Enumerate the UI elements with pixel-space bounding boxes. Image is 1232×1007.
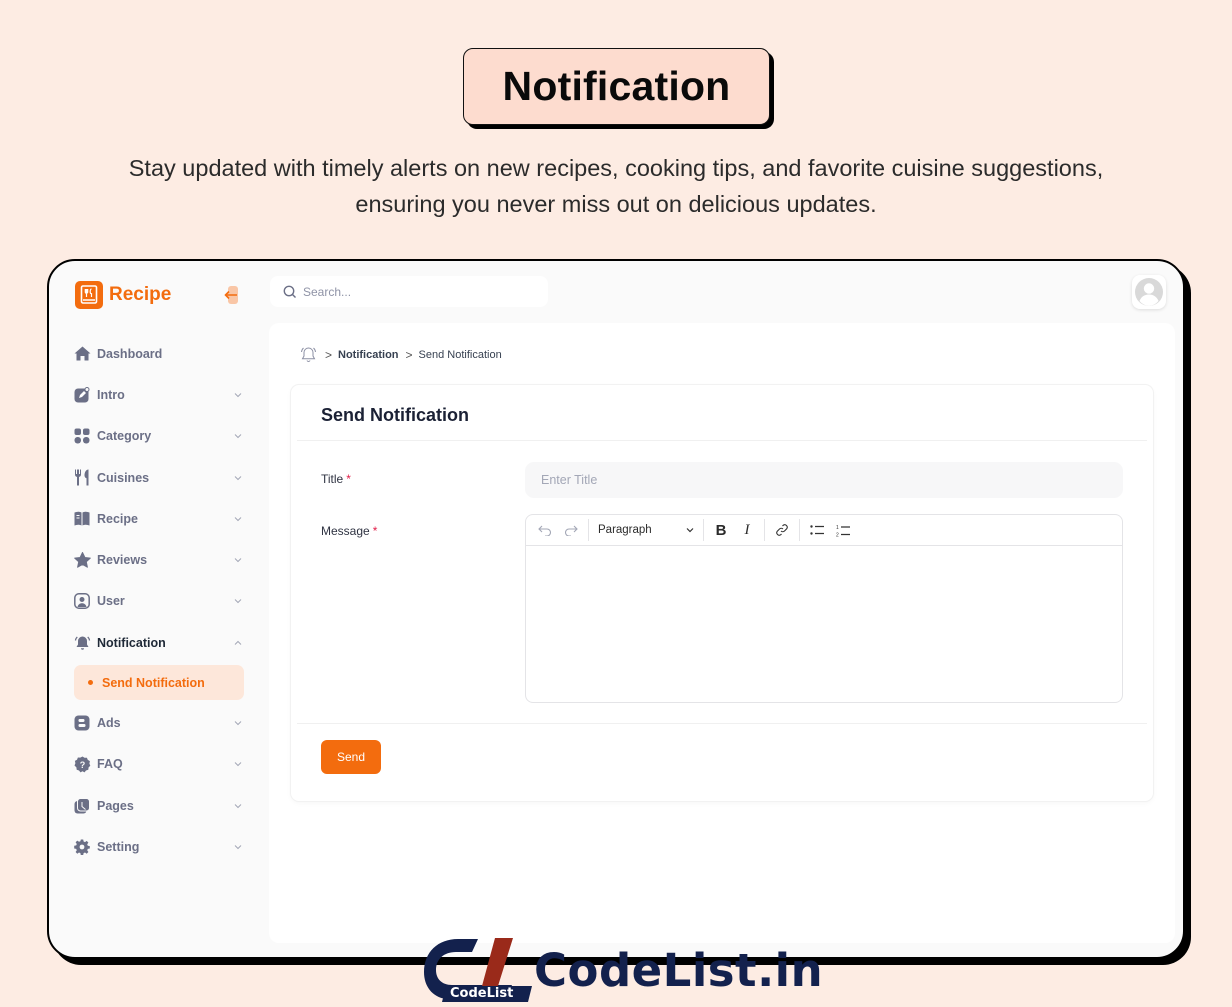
user-avatar[interactable] (1132, 275, 1166, 309)
chevron-down-icon (234, 475, 242, 480)
bold-icon: B (715, 521, 727, 539)
search-icon (283, 285, 296, 298)
title-label: Title * (321, 472, 351, 486)
sidebar: Recipe Dashboard Intro Category Cuisines… (49, 261, 267, 957)
italic-icon: I (744, 521, 750, 538)
sidebar-item-intro[interactable]: Intro (73, 374, 245, 415)
link-icon (776, 524, 788, 536)
chevron-down-icon (234, 721, 242, 726)
bell-outline-icon (301, 347, 316, 363)
chevron-down-icon (234, 803, 242, 808)
message-label: Message * (321, 524, 378, 538)
block-format-select[interactable]: Paragraph (593, 518, 699, 542)
grid-icon (73, 427, 91, 445)
search-input[interactable] (303, 284, 523, 299)
breadcrumb-separator: > (405, 347, 413, 362)
link-button[interactable] (769, 518, 795, 542)
divider (297, 440, 1147, 441)
chevron-down-icon (234, 558, 242, 563)
chevron-down-icon (234, 845, 242, 850)
sidebar-item-reviews[interactable]: Reviews (73, 539, 245, 580)
ads-icon (73, 714, 91, 732)
sidebar-item-faq[interactable]: ? FAQ (73, 744, 245, 785)
divider (297, 723, 1147, 724)
user-icon (73, 592, 91, 610)
codelist-watermark: CodeList CodeList.in (420, 934, 823, 1004)
required-mark: * (346, 472, 351, 486)
main-content: > Notification > Send Notification Send … (269, 323, 1175, 943)
home-icon (73, 345, 91, 363)
toolbar-separator (799, 519, 800, 541)
recipe-book-icon (75, 281, 103, 309)
arrow-left-icon (224, 290, 237, 300)
sidebar-item-notification[interactable]: Notification (73, 622, 245, 663)
svg-text:2: 2 (836, 532, 839, 537)
chevron-down-icon (686, 528, 694, 533)
bulleted-list-icon (809, 525, 824, 535)
required-mark: * (372, 524, 378, 538)
svg-text:?: ? (79, 760, 85, 770)
gear-icon (73, 838, 91, 856)
numbered-list-icon: 12 (836, 525, 850, 537)
undo-button[interactable] (532, 518, 558, 542)
numbered-list-button[interactable]: 12 (830, 518, 856, 542)
chevron-down-icon (234, 516, 242, 522)
chevron-down-icon (234, 393, 242, 398)
sidebar-item-category[interactable]: Category (73, 416, 245, 457)
avatar-placeholder-icon (1135, 278, 1163, 306)
watermark-badge: CodeList (450, 986, 514, 1001)
italic-button[interactable]: I (734, 518, 760, 542)
breadcrumb: > Notification > Send Notification (299, 345, 502, 364)
message-editor: Paragraph B I 1 2 (525, 514, 1123, 703)
message-textarea[interactable] (526, 546, 1122, 702)
breadcrumb-notification[interactable]: Notification (338, 349, 399, 361)
sidebar-item-user[interactable]: User (73, 581, 245, 622)
chevron-down-icon (234, 434, 242, 439)
sidebar-item-recipe[interactable]: Recipe (73, 498, 245, 539)
bell-icon (73, 634, 91, 652)
brand-name: Recipe (109, 284, 172, 305)
redo-button[interactable] (558, 518, 584, 542)
sidebar-nav: Dashboard Intro Category Cuisines Recipe (73, 333, 245, 868)
send-button[interactable]: Send (321, 740, 381, 774)
sidebar-subitem-send-notification[interactable]: Send Notification (74, 665, 244, 701)
toolbar-separator (588, 519, 589, 541)
intro-icon (73, 386, 91, 404)
chevron-down-icon (234, 599, 242, 604)
sidebar-item-pages[interactable]: Pages (73, 785, 245, 826)
active-dot (88, 680, 93, 686)
app-window: Recipe Dashboard Intro Category Cuisines… (47, 259, 1185, 959)
chevron-down-icon (234, 762, 242, 767)
bulleted-list-button[interactable] (804, 518, 830, 542)
sidebar-collapse-button[interactable] (223, 286, 243, 304)
hero-subtitle: Stay updated with timely alerts on new r… (128, 155, 1104, 217)
toolbar-separator (764, 519, 765, 541)
question-icon: ? (73, 755, 91, 773)
undo-icon (538, 525, 552, 536)
sidebar-item-ads[interactable]: Ads (73, 702, 245, 743)
book-icon (73, 510, 91, 528)
star-icon (73, 551, 91, 569)
pages-icon (73, 797, 91, 815)
hero-title: Notification (463, 48, 770, 125)
card-title: Send Notification (321, 405, 469, 425)
sidebar-item-dashboard[interactable]: Dashboard (73, 333, 245, 374)
breadcrumb-separator: > (325, 347, 333, 362)
search-bar[interactable] (270, 276, 548, 307)
title-input[interactable] (525, 462, 1123, 498)
editor-toolbar: Paragraph B I 1 2 (526, 515, 1122, 546)
sidebar-item-cuisines[interactable]: Cuisines (73, 457, 245, 498)
toolbar-separator (703, 519, 704, 541)
bold-button[interactable]: B (708, 518, 734, 542)
sidebar-item-setting[interactable]: Setting (73, 826, 245, 867)
redo-icon (564, 525, 578, 536)
breadcrumb-send-notification: Send Notification (418, 348, 502, 361)
chevron-up-icon (234, 640, 242, 645)
send-notification-card: Send Notification Title* Message* (291, 385, 1153, 801)
fork-knife-icon (73, 469, 91, 487)
svg-text:1: 1 (836, 525, 839, 531)
brand-logo[interactable]: Recipe (75, 281, 171, 309)
watermark-text: CodeList.in (534, 944, 824, 997)
